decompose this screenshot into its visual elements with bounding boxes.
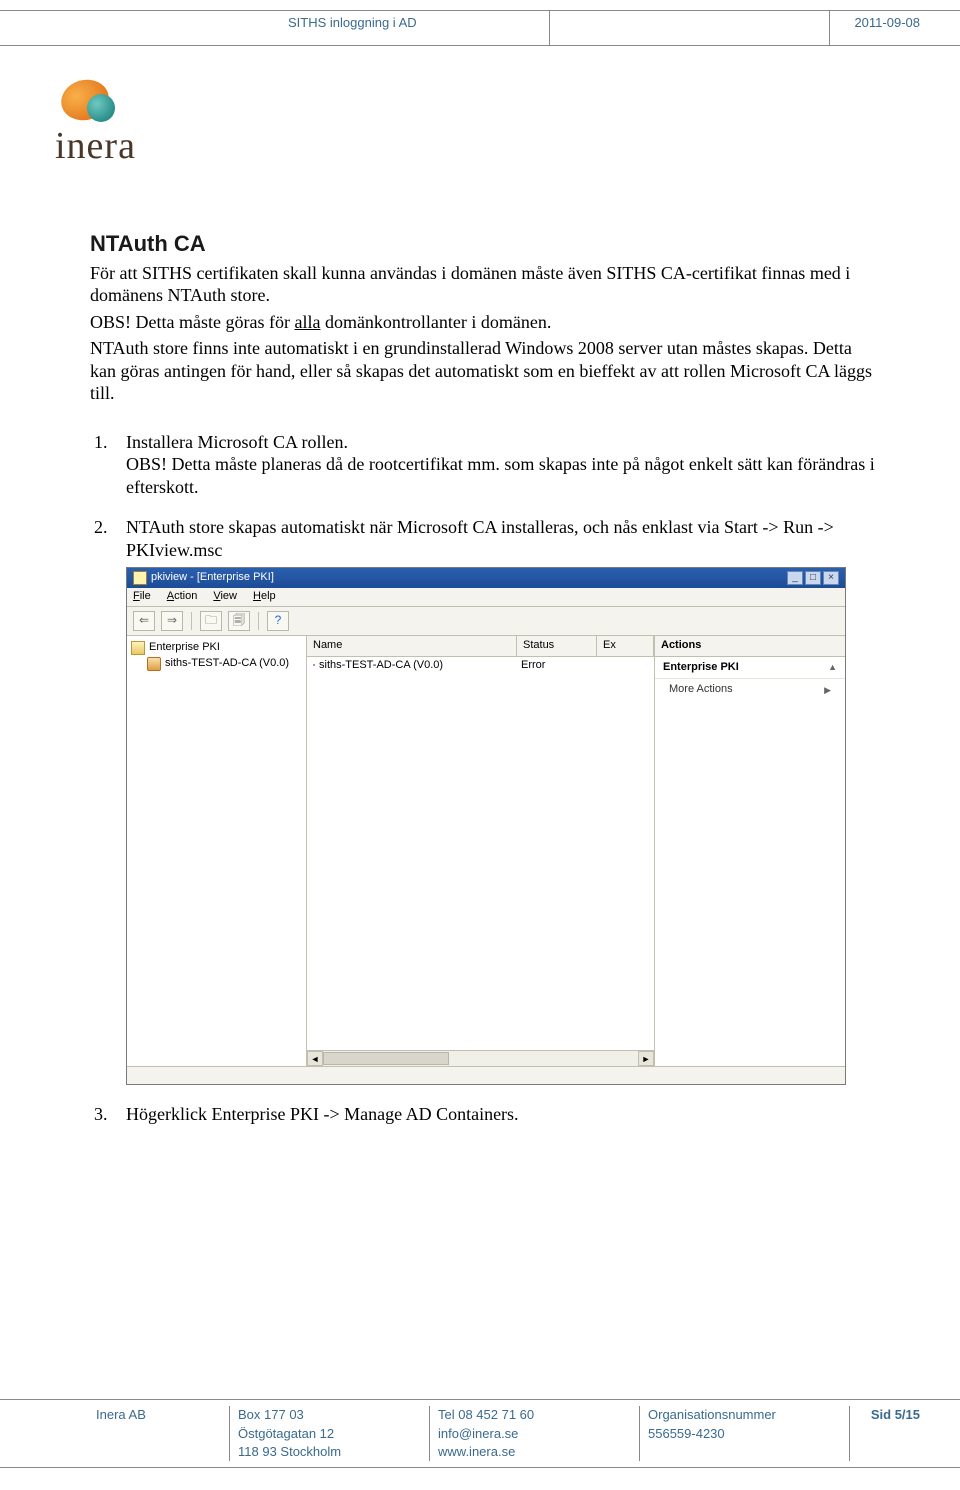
menu-action[interactable]: Action (167, 590, 198, 604)
header-doc-title: SITHS inloggning i AD (280, 11, 550, 45)
menu-view[interactable]: View (213, 590, 237, 604)
section-heading: NTAuth CA (90, 230, 880, 258)
minimize-button[interactable]: _ (787, 571, 803, 585)
footer-page: Sid 5/15 (850, 1406, 960, 1461)
actions-pane: Actions Enterprise PKI ▲ More Actions ▶ (655, 636, 845, 1066)
paragraph-1: För att SITHS certifikaten skall kunna a… (90, 262, 880, 307)
tree-child[interactable]: siths-TEST-AD-CA (V0.0) (147, 656, 302, 672)
status-bar (127, 1066, 845, 1084)
footer-contact: Tel 08 452 71 60 info@inera.se www.inera… (430, 1406, 640, 1461)
folder-icon (131, 641, 145, 655)
toolbar-btn-2[interactable]: 🗐 (228, 611, 250, 631)
paragraph-3: NTAuth store finns inte automatiskt i en… (90, 337, 880, 405)
item3-text: Högerklick Enterprise PKI -> Manage AD C… (126, 1104, 519, 1124)
header-date: 2011-09-08 (830, 11, 960, 45)
menu-help[interactable]: Help (253, 590, 276, 604)
collapse-icon[interactable]: ▲ (828, 662, 837, 673)
window-title: pkiview - [Enterprise PKI] (151, 571, 274, 585)
tree-root[interactable]: Enterprise PKI (131, 640, 302, 656)
forward-button[interactable]: ⇒ (161, 611, 183, 631)
item2-text: NTAuth store skapas automatiskt när Micr… (126, 517, 834, 560)
footer-company: Inera AB (0, 1406, 230, 1461)
maximize-button[interactable]: □ (805, 571, 821, 585)
help-button[interactable]: ? (267, 611, 289, 631)
col-name[interactable]: Name (307, 636, 517, 656)
paragraph-2: OBS! Detta måste göras för alla domänkon… (90, 311, 880, 334)
col-status[interactable]: Status (517, 636, 597, 656)
list-body[interactable]: siths-TEST-AD-CA (V0.0) Error ◄ ► (307, 657, 654, 1066)
logo-icon (55, 80, 117, 126)
item1-line2: OBS! Detta måste planeras då de rootcert… (126, 454, 875, 497)
item1-line1: Installera Microsoft CA rollen. (126, 432, 348, 452)
menu-file[interactable]: File (133, 590, 151, 604)
actions-sub[interactable]: Enterprise PKI ▲ (655, 657, 845, 680)
actions-header: Actions (655, 636, 845, 657)
toolbar: ⇐ ⇒ 🗀 🗐 ? (127, 607, 845, 636)
horizontal-scrollbar[interactable]: ◄ ► (307, 1050, 654, 1066)
list-item-3: 3. Högerklick Enterprise PKI -> Manage A… (126, 1103, 880, 1126)
cert-icon (147, 657, 161, 671)
page-header: SITHS inloggning i AD 2011-09-08 (0, 10, 960, 46)
scroll-right-arrow[interactable]: ► (638, 1051, 654, 1066)
page-footer: Inera AB Box 177 03 Östgötagatan 12 118 … (0, 1399, 960, 1468)
window-body: Enterprise PKI siths-TEST-AD-CA (V0.0) N… (127, 636, 845, 1066)
underlined-alla: alla (294, 312, 320, 332)
list-row[interactable]: siths-TEST-AD-CA (V0.0) Error (307, 657, 654, 675)
back-button[interactable]: ⇐ (133, 611, 155, 631)
actions-more[interactable]: More Actions ▶ (655, 679, 845, 701)
menu-bar: File Action View Help (127, 588, 845, 607)
list-pane: Name Status Ex siths-TEST-AD-CA (V0.0) E… (307, 636, 655, 1066)
cert-icon (313, 664, 315, 666)
col-ex[interactable]: Ex (597, 636, 654, 656)
footer-address: Box 177 03 Östgötagatan 12 118 93 Stockh… (230, 1406, 430, 1461)
window-titlebar[interactable]: pkiview - [Enterprise PKI] _ □ × (127, 568, 845, 588)
tree-pane[interactable]: Enterprise PKI siths-TEST-AD-CA (V0.0) (127, 636, 307, 1066)
chevron-right-icon: ▶ (824, 685, 831, 696)
footer-orgnum: Organisationsnummer 556559-4230 (640, 1406, 850, 1461)
logo-text: inera (55, 124, 136, 168)
scroll-thumb[interactable] (323, 1052, 449, 1065)
scroll-left-arrow[interactable]: ◄ (307, 1051, 323, 1066)
numbered-list: 1. Installera Microsoft CA rollen. OBS! … (90, 431, 880, 1126)
close-button[interactable]: × (823, 571, 839, 585)
list-item-1: 1. Installera Microsoft CA rollen. OBS! … (126, 431, 880, 499)
company-logo: inera (55, 80, 136, 168)
toolbar-btn-1[interactable]: 🗀 (200, 611, 222, 631)
document-body: NTAuth CA För att SITHS certifikaten ska… (90, 230, 880, 1143)
list-header: Name Status Ex (307, 636, 654, 657)
pkiview-screenshot: pkiview - [Enterprise PKI] _ □ × File Ac… (126, 567, 846, 1085)
app-icon (133, 571, 147, 585)
list-item-2: 2. NTAuth store skapas automatiskt när M… (126, 516, 880, 1085)
